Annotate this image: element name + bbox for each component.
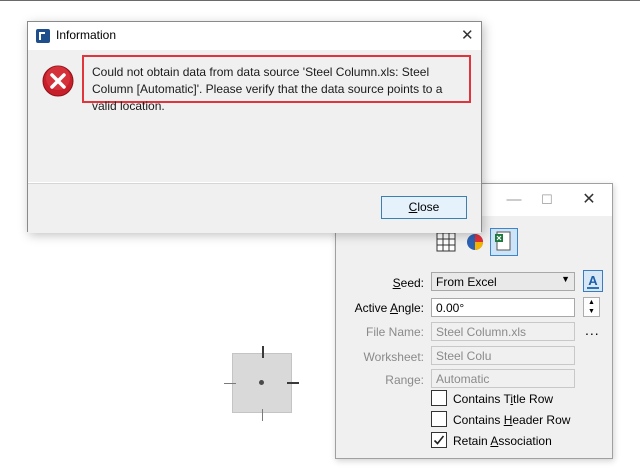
crosshair-left xyxy=(224,383,236,384)
angle-spinner[interactable]: ▲ ▼ xyxy=(583,297,600,317)
dialog-title: Information xyxy=(56,28,117,42)
origin-point xyxy=(259,380,264,385)
close-icon[interactable]: ✕ xyxy=(461,26,474,44)
contains-header-row-label: Contains Header Row xyxy=(453,413,571,427)
file-name-field: Steel Column.xls xyxy=(431,322,575,341)
crosshair-right xyxy=(287,382,299,384)
contains-header-row-checkbox[interactable] xyxy=(431,411,447,427)
error-icon xyxy=(42,65,74,97)
text-style-button[interactable]: A xyxy=(583,270,603,292)
excel-icon[interactable] xyxy=(490,228,518,256)
file-name-label: File Name: xyxy=(365,325,424,339)
minimize-button[interactable]: — xyxy=(504,190,524,210)
checkmark-icon xyxy=(433,435,445,445)
seed-label: Seed: xyxy=(392,276,424,290)
seed-value: From Excel xyxy=(436,275,497,289)
maximize-button[interactable]: ☐ xyxy=(537,190,557,210)
browse-button[interactable]: ... xyxy=(585,322,600,338)
close-button[interactable]: Close xyxy=(381,196,467,219)
worksheet-label: Worksheet: xyxy=(363,350,424,364)
worksheet-field: Steel Colu xyxy=(431,346,575,365)
background-line xyxy=(0,0,640,1)
active-angle-label: Active Angle: xyxy=(354,301,424,315)
range-label: Range: xyxy=(385,373,424,387)
range-field: Automatic xyxy=(431,369,575,388)
app-icon xyxy=(36,29,50,43)
chevron-down-icon: ▼ xyxy=(561,274,570,284)
contains-title-row-label: Contains Title Row xyxy=(453,392,554,406)
retain-association-checkbox[interactable] xyxy=(431,432,447,448)
error-message: Could not obtain data from data source '… xyxy=(92,65,443,113)
seed-dropdown[interactable]: From Excel ▼ xyxy=(431,272,575,291)
retain-association-label: Retain Association xyxy=(453,434,552,448)
message-highlight: Could not obtain data from data source '… xyxy=(82,55,471,113)
information-dialog: Information ✕ Could not obtain data from… xyxy=(27,21,482,233)
contains-title-row-checkbox[interactable] xyxy=(431,390,447,406)
close-window-button[interactable]: ✕ xyxy=(579,190,599,210)
active-angle-input[interactable]: 0.00° xyxy=(431,298,575,317)
crosshair-top xyxy=(262,346,264,358)
crosshair-bottom xyxy=(262,409,263,421)
